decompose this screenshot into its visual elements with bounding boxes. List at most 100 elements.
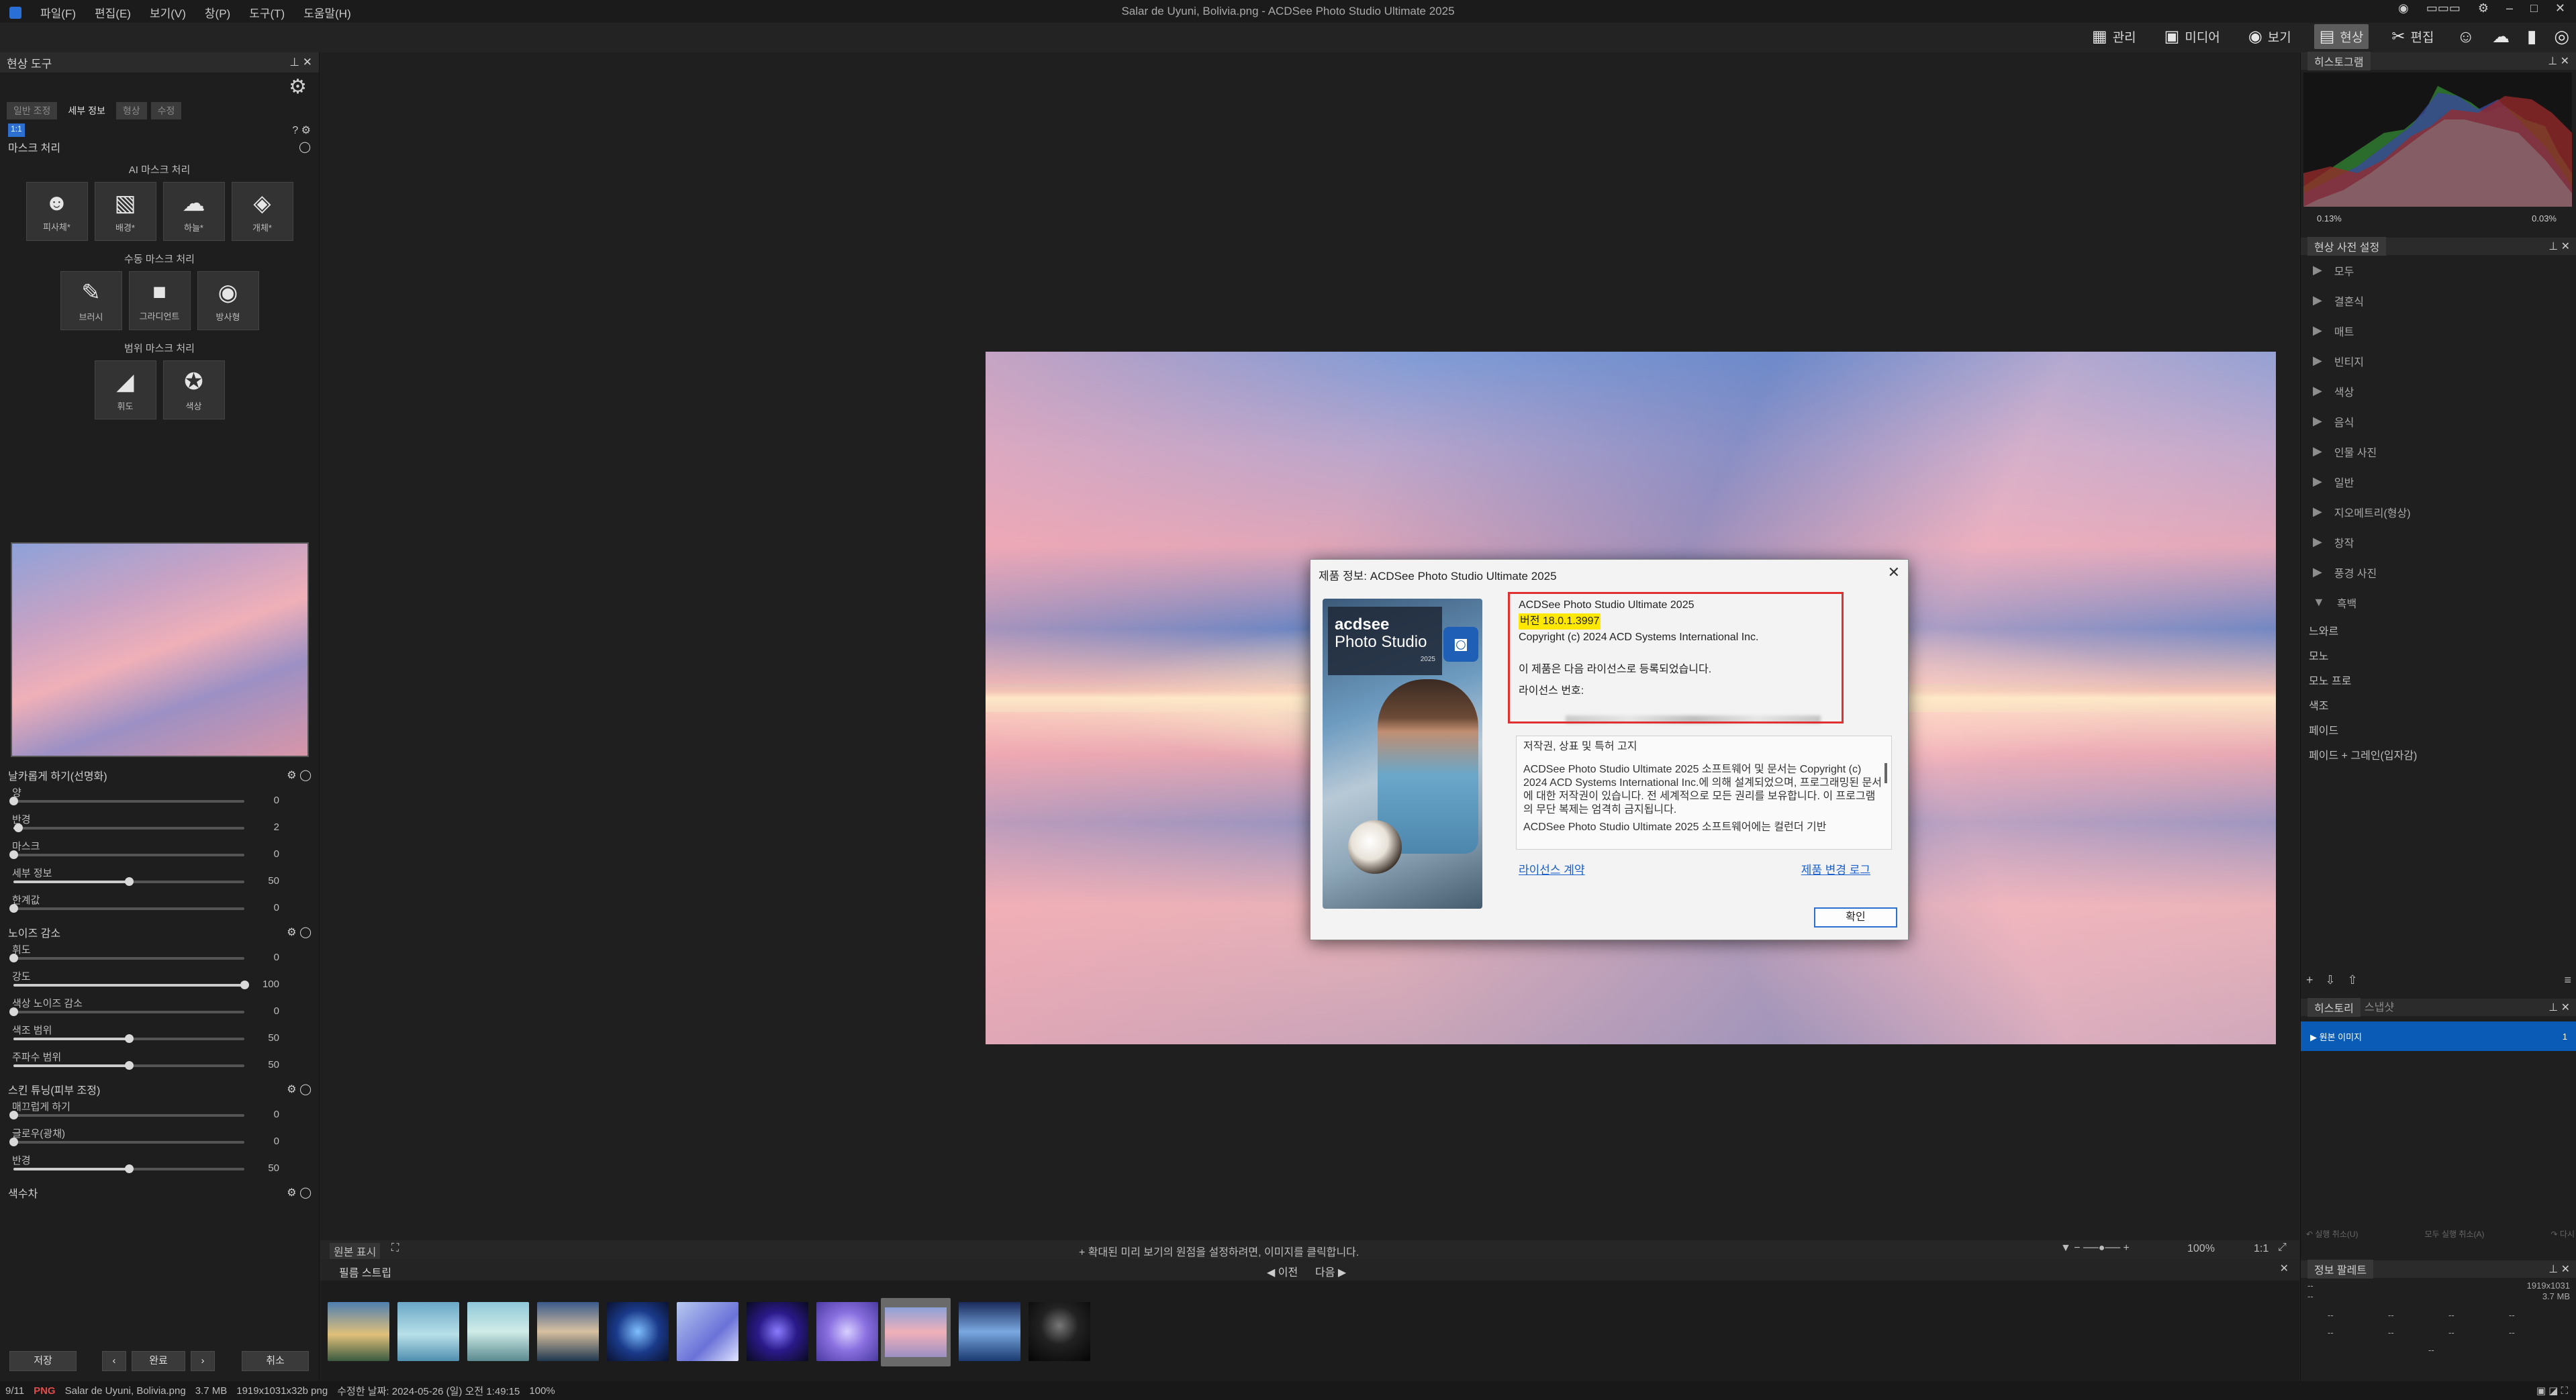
preset-category[interactable]: ▶ 창작 xyxy=(2301,527,2576,557)
slider-value[interactable]: 0 xyxy=(274,1005,279,1017)
slider-value[interactable]: 50 xyxy=(268,1032,279,1044)
slider-value[interactable]: 100 xyxy=(263,979,279,990)
film-thumb[interactable] xyxy=(816,1302,878,1361)
slider-row[interactable]: 색조 범위 50 xyxy=(0,1023,320,1050)
status-icons[interactable]: ▣ ◪ ⛶ xyxy=(2536,1385,2568,1397)
slider-track[interactable] xyxy=(9,954,244,962)
slider-row[interactable]: 매끄럽게 하기 0 xyxy=(0,1099,320,1126)
pin-close-icon[interactable]: ⊥ ✕ xyxy=(2548,54,2569,68)
masking-section[interactable]: 마스크 처리 ◯ xyxy=(0,137,319,157)
slider-row[interactable]: 주파수 범위 50 xyxy=(0,1050,320,1077)
history-item[interactable]: ▶ 원본 이미지 1 xyxy=(2301,1021,2576,1051)
preset-category[interactable]: ▶ 일반 xyxy=(2301,466,2576,497)
scrollbar[interactable] xyxy=(1885,763,1887,783)
slider-row[interactable]: 강도 100 xyxy=(0,969,320,996)
undo-button[interactable]: ↶ 실행 취소(U) xyxy=(2306,1228,2358,1240)
slider-row[interactable]: 색상 노이즈 감소 0 xyxy=(0,996,320,1023)
account-icon[interactable]: ◉ xyxy=(2398,1,2409,15)
film-thumb[interactable] xyxy=(328,1302,389,1361)
slider-track[interactable] xyxy=(9,1111,244,1119)
legal-notice-box[interactable]: 저작권, 상표 및 특허 고지 ACDSee Photo Studio Ulti… xyxy=(1516,736,1892,850)
radial-button[interactable]: ◉ 방사형 xyxy=(197,271,259,330)
slider-row[interactable]: 글로우(광채) 0 xyxy=(0,1126,320,1153)
settings-toggle-icon[interactable]: ⚙ ◯ xyxy=(287,926,312,939)
fit-icon[interactable]: ⛶ xyxy=(391,1242,399,1254)
settings-toggle-icon[interactable]: ⚙ ◯ xyxy=(287,768,312,782)
settings-icon[interactable]: ⚙ xyxy=(2478,1,2489,15)
tab-geometry[interactable]: 형상 xyxy=(115,102,147,119)
dialog-close-button[interactable]: ✕ xyxy=(1888,564,1900,581)
navigator-thumbnail[interactable] xyxy=(11,542,309,757)
zoom-value[interactable]: 100% xyxy=(2187,1243,2215,1255)
film-thumb[interactable] xyxy=(677,1302,738,1361)
preset-item[interactable]: 페이드 + 그레인(입자감) xyxy=(2301,742,2576,766)
slider-handle[interactable] xyxy=(9,1138,18,1146)
license-agreement-link[interactable]: 라이선스 계약 xyxy=(1519,860,1585,877)
slider-value[interactable]: 50 xyxy=(268,1162,279,1174)
preset-category[interactable]: ▶ 결혼식 xyxy=(2301,285,2576,315)
people-icon[interactable]: ☺ xyxy=(2456,26,2475,47)
cancel-button[interactable]: 취소 xyxy=(242,1351,309,1371)
tab-detail[interactable]: 세부 정보 xyxy=(61,102,112,119)
gear-icon[interactable]: ⚙ xyxy=(289,75,307,99)
slider-row[interactable]: 양0 xyxy=(0,785,320,812)
ai-object-button[interactable]: ◈ 개체* xyxy=(231,182,293,241)
settings-toggle-icon[interactable]: ⚙ ◯ xyxy=(287,1083,312,1096)
ratio-value[interactable]: 1:1 xyxy=(2254,1243,2269,1255)
slider-track[interactable] xyxy=(9,1007,244,1016)
slider-row[interactable]: 반경 50 xyxy=(0,1153,320,1180)
preset-category[interactable]: ▶ 음식 xyxy=(2301,406,2576,436)
share-icon[interactable]: ◎ xyxy=(2554,26,2569,47)
slider-handle[interactable] xyxy=(9,954,18,962)
film-thumb[interactable] xyxy=(747,1302,808,1361)
slider-handle[interactable] xyxy=(240,981,249,989)
preset-category[interactable]: ▶ 모두 xyxy=(2301,255,2576,285)
slider-handle[interactable] xyxy=(9,797,18,805)
film-thumb[interactable] xyxy=(467,1302,529,1361)
layout-icon[interactable]: ▭▭▭ xyxy=(2426,1,2461,15)
preset-category[interactable]: ▶ 풍경 사진 xyxy=(2301,557,2576,587)
chart-icon[interactable]: ▮ xyxy=(2527,26,2536,47)
preset-item[interactable]: 모노 프로 xyxy=(2301,667,2576,692)
slider-value[interactable]: 50 xyxy=(268,1059,279,1070)
slider-value[interactable]: 0 xyxy=(274,848,279,860)
cloud-icon[interactable]: ☁ xyxy=(2492,26,2510,47)
preset-item[interactable]: 페이드 xyxy=(2301,717,2576,742)
slider-row[interactable]: 한계값 0 xyxy=(0,893,320,919)
color-button[interactable]: ✪ 색상 xyxy=(162,360,225,419)
slider-row[interactable]: 휘도 0 xyxy=(0,942,320,969)
film-thumb[interactable] xyxy=(607,1302,669,1361)
ai-background-button[interactable]: ▧ 배경* xyxy=(94,182,156,241)
slider-track[interactable] xyxy=(13,823,244,832)
slider-track[interactable] xyxy=(9,797,244,805)
add-icon[interactable]: + xyxy=(2306,973,2313,987)
slider-track[interactable] xyxy=(13,1061,244,1070)
changelog-link[interactable]: 제품 변경 로그 xyxy=(1801,860,1870,877)
slider-handle[interactable] xyxy=(9,1007,18,1016)
slider-handle[interactable] xyxy=(9,904,18,913)
import-icon[interactable]: ⇩ xyxy=(2326,973,2336,987)
mode-manage[interactable]: ▦ 관리 xyxy=(2087,24,2142,49)
slider-handle[interactable] xyxy=(9,1111,18,1119)
expand-icon[interactable]: ⤢ xyxy=(2278,1242,2287,1254)
close-button[interactable]: ✕ xyxy=(2555,1,2565,15)
toggle-icon[interactable]: ◯ xyxy=(299,140,311,154)
prev-arrow-button[interactable]: ‹ xyxy=(102,1351,126,1371)
film-thumb[interactable] xyxy=(1029,1302,1090,1361)
pin-close-icon[interactable]: ⊥ ✕ xyxy=(2548,240,2570,253)
pin-close-icon[interactable]: ⊥ ✕ xyxy=(2548,1262,2570,1276)
preset-category[interactable]: ▶ 색상 xyxy=(2301,376,2576,406)
slider-track[interactable] xyxy=(13,1034,244,1043)
filmstrip-close-icon[interactable]: ✕ xyxy=(2280,1262,2289,1275)
slider-handle[interactable] xyxy=(13,823,23,832)
gradient-button[interactable]: ■ 그라디언트 xyxy=(128,271,191,330)
tab-snapshot[interactable]: 스냅샷 xyxy=(2365,998,2394,1017)
zoom-slider[interactable]: ▼ − ──●── + xyxy=(2060,1242,2130,1254)
undo-all-button[interactable]: 모두 실행 취소(A) xyxy=(2425,1228,2485,1240)
slider-track[interactable] xyxy=(9,904,244,913)
brush-button[interactable]: ✎ 브러시 xyxy=(60,271,122,330)
preset-item[interactable]: 느와르 xyxy=(2301,617,2576,642)
luminance-button[interactable]: ◢ 휘도 xyxy=(94,360,156,419)
ai-subject-button[interactable]: ☻ 피사체* xyxy=(26,182,88,241)
slider-value[interactable]: 2 xyxy=(274,821,279,833)
